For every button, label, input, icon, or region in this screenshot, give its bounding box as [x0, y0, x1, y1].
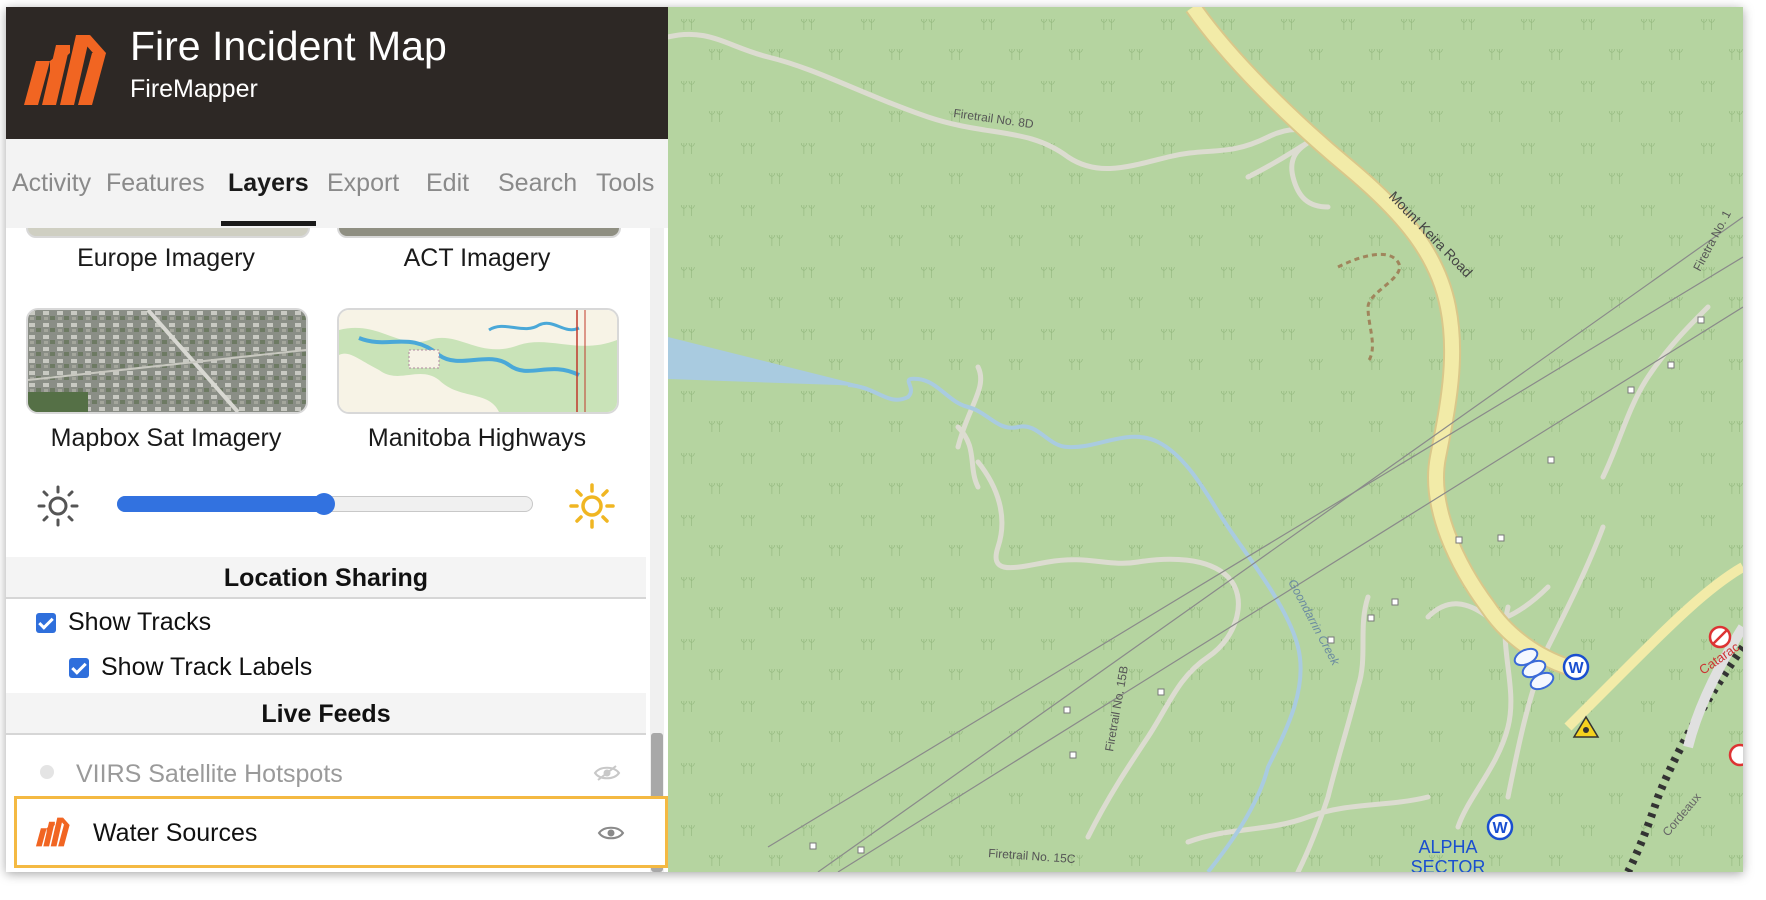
tab-layers[interactable]: Layers: [228, 169, 309, 198]
eye-slash-icon[interactable]: [593, 763, 621, 783]
label-sector: SECTOR: [1411, 857, 1486, 872]
tab-edit[interactable]: Edit: [426, 169, 469, 198]
sun-dim-icon: [37, 485, 79, 527]
tab-bar: Activity Features Layers Export Edit Sea…: [6, 139, 668, 228]
tab-search[interactable]: Search: [498, 169, 577, 198]
basemap-thumb-europe[interactable]: [26, 228, 310, 238]
tab-tools[interactable]: Tools: [596, 169, 654, 198]
map-canvas[interactable]: ᛘᛘ ᛘᛘ: [668, 7, 1743, 872]
active-tab-indicator: [221, 221, 316, 226]
tab-activity[interactable]: Activity: [12, 169, 91, 198]
manitoba-preview-image: [339, 310, 617, 412]
basemap-thumb-act[interactable]: [337, 228, 621, 238]
sidebar: Fire Incident Map FireMapper Activity Fe…: [6, 7, 668, 872]
water-source-marker[interactable]: W: [1562, 653, 1590, 681]
basemap-thumb-manitoba[interactable]: [337, 308, 619, 414]
svg-text:W: W: [1492, 820, 1508, 837]
forest-area: [668, 7, 1743, 872]
feed-label-water-sources[interactable]: Water Sources: [93, 819, 257, 848]
basemap-label-act[interactable]: ACT Imagery: [327, 244, 627, 273]
app-header: Fire Incident Map FireMapper: [6, 7, 668, 139]
eye-icon[interactable]: [597, 823, 625, 843]
show-track-labels-row[interactable]: Show Track Labels: [69, 653, 312, 682]
firemapper-logo-icon: [24, 35, 106, 105]
basemap-thumb-mapbox-sat[interactable]: [26, 308, 308, 414]
label-alpha: ALPHA: [1418, 837, 1477, 857]
satellite-preview-image: [28, 310, 306, 412]
app-title: Fire Incident Map: [130, 23, 447, 69]
show-track-labels-checkbox[interactable]: [69, 657, 89, 678]
basemap-label-mapbox-sat[interactable]: Mapbox Sat Imagery: [16, 424, 316, 453]
location-sharing-heading: Location Sharing: [6, 557, 646, 599]
show-tracks-row[interactable]: Show Tracks: [36, 608, 211, 637]
layers-panel: Europe Imagery ACT Imagery Mapbox Sat Im…: [6, 228, 646, 872]
feed-label-viirs[interactable]: VIIRS Satellite Hotspots: [76, 760, 343, 789]
feed-row-water-sources[interactable]: Water Sources: [14, 796, 668, 868]
tab-features[interactable]: Features: [106, 169, 205, 198]
show-tracks-label[interactable]: Show Tracks: [68, 608, 211, 637]
firemapper-feed-icon: [35, 817, 70, 847]
no-entry-icon[interactable]: [1708, 625, 1732, 649]
svg-text:W: W: [1568, 660, 1584, 677]
brightness-slider-handle[interactable]: [313, 493, 335, 515]
feed-status-dot: [40, 765, 54, 779]
show-track-labels-label[interactable]: Show Track Labels: [101, 653, 312, 682]
app-window: Fire Incident Map FireMapper Activity Fe…: [6, 7, 1743, 872]
sun-bright-icon: [569, 483, 615, 529]
app-subtitle: FireMapper: [130, 75, 258, 103]
basemap-label-manitoba[interactable]: Manitoba Highways: [327, 424, 627, 453]
brightness-slider-fill: [117, 496, 324, 512]
no-entry-icon[interactable]: [1728, 743, 1743, 767]
basemap-label-europe[interactable]: Europe Imagery: [16, 244, 316, 273]
map-layer: ᛘᛘ ᛘᛘ: [668, 7, 1743, 872]
water-source-marker[interactable]: W: [1486, 813, 1514, 841]
show-tracks-checkbox[interactable]: [36, 612, 56, 633]
tab-export[interactable]: Export: [327, 169, 399, 198]
live-feeds-heading: Live Feeds: [6, 693, 646, 735]
